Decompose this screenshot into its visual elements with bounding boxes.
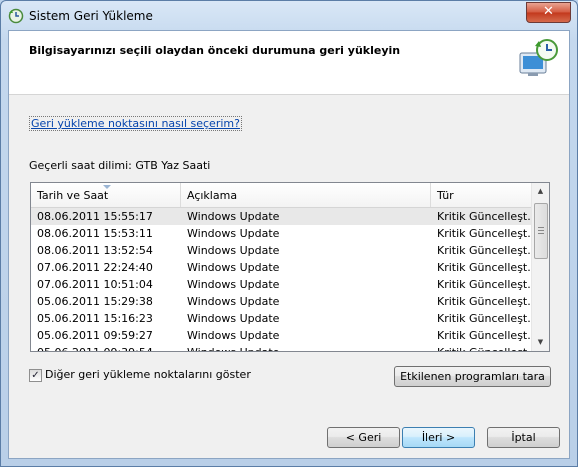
type-cell: Kritik Güncelleşt...: [437, 329, 537, 342]
date-cell: 05.06.2011 15:16:23: [37, 312, 153, 325]
date-cell: 05.06.2011 09:59:27: [37, 329, 153, 342]
window-title: Sistem Geri Yükleme: [29, 9, 153, 23]
help-link[interactable]: Geri yükleme noktasını nasıl seçerim?: [29, 116, 242, 131]
column-header-date[interactable]: Tarih ve Saat: [31, 183, 181, 207]
system-restore-icon: [8, 8, 24, 24]
type-cell: Kritik Güncelleşt...: [437, 312, 537, 325]
dialog-header: Bilgisayarınızı seçili olaydan önceki du…: [9, 31, 569, 95]
table-row[interactable]: 05.06.2011 09:39:54 Windows Update Kriti…: [31, 344, 537, 351]
title-bar[interactable]: Sistem Geri Yükleme ✕: [1, 1, 577, 31]
date-cell: 05.06.2011 09:39:54: [31, 344, 182, 351]
column-header-type[interactable]: Tür: [431, 183, 533, 207]
scroll-up-icon[interactable]: ▲: [532, 183, 549, 200]
type-cell: Kritik Güncelleşt...: [431, 344, 537, 351]
table-row[interactable]: 08.06.2011 13:52:54 Windows Update Kriti…: [31, 242, 537, 259]
show-more-label[interactable]: Diğer geri yükleme noktalarını göster: [45, 368, 251, 381]
date-cell: 07.06.2011 10:51:04: [37, 278, 153, 291]
restore-points-list[interactable]: Tarih ve Saat Açıklama Tür 08.06.2011 15…: [30, 182, 550, 352]
table-row[interactable]: 08.06.2011 15:55:17 Windows Update Kriti…: [31, 208, 537, 225]
system-restore-large-icon: [519, 39, 558, 76]
type-cell: Kritik Güncelleşt...: [437, 261, 537, 274]
table-row[interactable]: 05.06.2011 09:59:27 Windows Update Kriti…: [31, 327, 537, 344]
show-more-checkbox[interactable]: ✓: [29, 369, 42, 382]
scrollbar-thumb[interactable]: [534, 203, 548, 259]
back-button[interactable]: < Geri: [327, 427, 400, 448]
column-header-description[interactable]: Açıklama: [181, 183, 431, 207]
date-cell: 07.06.2011 22:24:40: [37, 261, 153, 274]
description-cell: Windows Update: [187, 312, 280, 325]
description-cell: Windows Update: [187, 244, 280, 257]
description-cell: Windows Update: [187, 278, 280, 291]
dialog-body: Bilgisayarınızı seçili olaydan önceki du…: [8, 30, 570, 459]
date-cell: 08.06.2011 13:52:54: [37, 244, 153, 257]
sort-arrow-icon: [103, 185, 111, 189]
scroll-down-icon[interactable]: ▼: [532, 334, 549, 351]
type-cell: Kritik Güncelleşt...: [437, 210, 537, 223]
description-cell: Windows Update: [187, 261, 280, 274]
list-rows: 08.06.2011 15:55:17 Windows Update Kriti…: [31, 208, 537, 351]
date-cell: 05.06.2011 15:29:38: [37, 295, 153, 308]
scan-affected-programs-button[interactable]: Etkilenen programları tara: [394, 366, 551, 387]
table-row[interactable]: 05.06.2011 15:29:38 Windows Update Kriti…: [31, 293, 537, 310]
close-button[interactable]: ✕: [526, 2, 571, 23]
list-header: Tarih ve Saat Açıklama Tür: [31, 183, 533, 208]
vertical-scrollbar[interactable]: ▲ ▼: [531, 183, 549, 351]
table-row[interactable]: 07.06.2011 10:51:04 Windows Update Kriti…: [31, 276, 537, 293]
description-cell: Windows Update: [187, 295, 280, 308]
table-row[interactable]: 07.06.2011 22:24:40 Windows Update Kriti…: [31, 259, 537, 276]
grip-line: [538, 227, 544, 228]
cancel-button[interactable]: İptal: [487, 427, 560, 448]
description-cell: Windows Update: [187, 210, 280, 223]
table-row[interactable]: 05.06.2011 15:16:23 Windows Update Kriti…: [31, 310, 537, 327]
description-cell: Windows Update: [181, 344, 432, 351]
description-cell: Windows Update: [187, 227, 280, 240]
type-cell: Kritik Güncelleşt...: [437, 244, 537, 257]
type-cell: Kritik Güncelleşt...: [437, 295, 537, 308]
grip-line: [538, 230, 544, 231]
page-title: Bilgisayarınızı seçili olaydan önceki du…: [29, 44, 401, 57]
type-cell: Kritik Güncelleşt...: [437, 227, 537, 240]
type-cell: Kritik Güncelleşt...: [437, 278, 537, 291]
timezone-label: Geçerli saat dilimi: GTB Yaz Saati: [29, 159, 211, 172]
system-restore-window: Sistem Geri Yükleme ✕ Bilgisayarınızı se…: [0, 0, 578, 467]
date-cell: 08.06.2011 15:55:17: [37, 210, 153, 223]
table-row[interactable]: 08.06.2011 15:53:11 Windows Update Kriti…: [31, 225, 537, 242]
description-cell: Windows Update: [187, 329, 280, 342]
next-button[interactable]: İleri >: [402, 427, 475, 448]
date-cell: 08.06.2011 15:53:11: [37, 227, 153, 240]
grip-line: [538, 233, 544, 234]
